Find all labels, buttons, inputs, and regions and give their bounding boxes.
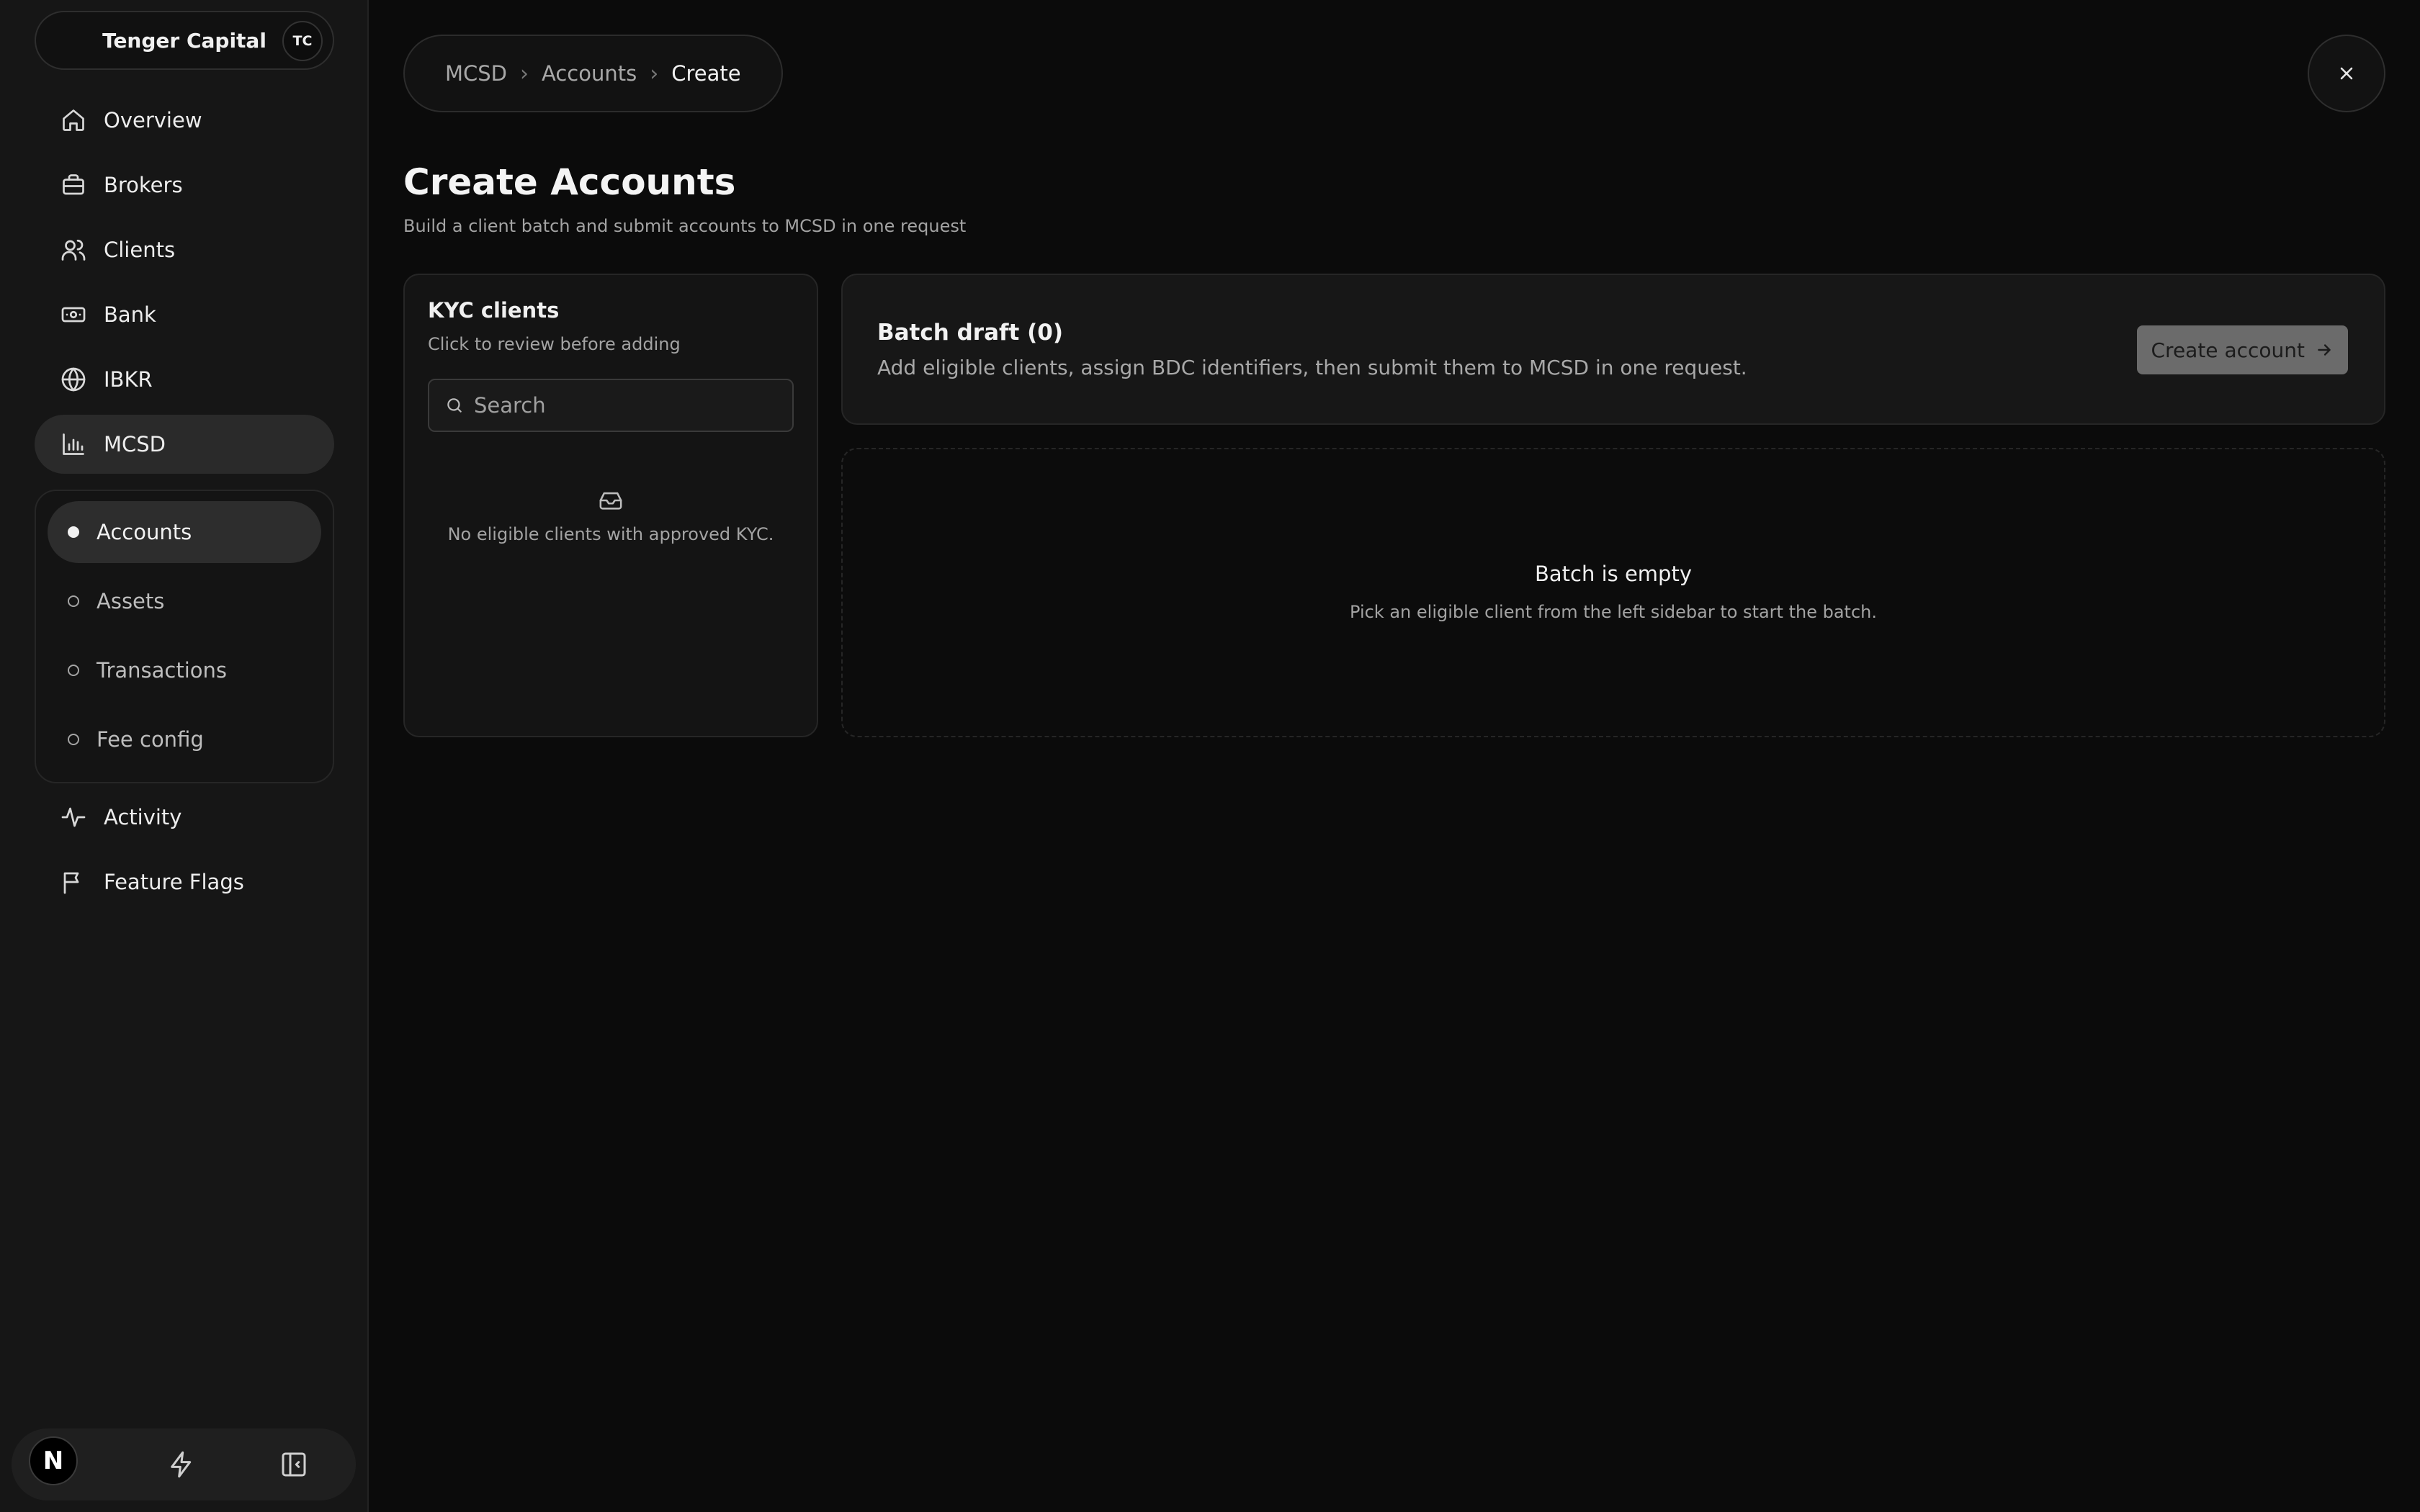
banknote-icon — [61, 307, 86, 323]
page-title: Create Accounts — [403, 161, 736, 203]
nav-item-brokers[interactable]: Brokers — [35, 156, 334, 215]
subnav-item-accounts[interactable]: Accounts — [48, 501, 321, 563]
users-icon — [61, 239, 86, 261]
dot-icon — [68, 734, 79, 745]
activity-icon — [61, 807, 86, 827]
breadcrumb-item-create: Create — [671, 61, 741, 86]
org-name: Tenger Capital — [102, 28, 266, 53]
nav-label: Feature Flags — [104, 870, 244, 894]
subnav-item-assets[interactable]: Assets — [48, 570, 321, 632]
search-input[interactable] — [474, 393, 776, 418]
kyc-empty-text: No eligible clients with approved KYC. — [447, 524, 774, 544]
bar-chart-icon — [63, 433, 84, 455]
arrow-right-icon — [2318, 344, 2331, 356]
sidebar: Tenger Capital TC Overview Brokers Clien… — [0, 0, 369, 1512]
flag-icon — [63, 872, 79, 894]
breadcrumb: MCSD › Accounts › Create — [403, 35, 783, 112]
kyc-panel-title: KYC clients — [428, 298, 560, 323]
close-button[interactable] — [2308, 35, 2385, 112]
dot-icon — [68, 595, 79, 607]
home-icon — [63, 109, 84, 131]
batch-draft-header: Batch draft (0) Add eligible clients, as… — [841, 274, 2385, 425]
batch-description: Add eligible clients, assign BDC identif… — [877, 356, 1747, 379]
nav-item-feature-flags[interactable]: Feature Flags — [35, 852, 334, 912]
chevron-right-icon: › — [650, 60, 659, 86]
mcsd-subnav: Accounts Assets Transactions Fee config — [35, 490, 334, 783]
kyc-clients-panel: KYC clients Click to review before addin… — [403, 274, 818, 737]
create-account-label: Create account — [2151, 338, 2305, 362]
nav-item-overview[interactable]: Overview — [35, 91, 334, 150]
subnav-label: Fee config — [97, 727, 204, 752]
nav-item-activity[interactable]: Activity — [35, 788, 334, 847]
nav-item-clients[interactable]: Clients — [35, 220, 334, 279]
subnav-label: Transactions — [97, 658, 228, 683]
subnav-label: Assets — [97, 589, 165, 613]
lightning-icon[interactable] — [167, 1450, 196, 1479]
collapse-sidebar-icon[interactable] — [279, 1450, 308, 1479]
globe-icon — [61, 367, 86, 392]
batch-empty-state: Batch is empty Pick an eligible client f… — [841, 448, 2385, 737]
nav-label: IBKR — [104, 367, 153, 392]
nav-item-bank[interactable]: Bank — [35, 285, 334, 344]
subnav-item-fee-config[interactable]: Fee config — [48, 708, 321, 770]
next-logo-badge[interactable]: N — [29, 1436, 78, 1485]
org-switcher[interactable]: Tenger Capital TC — [35, 11, 334, 70]
nav-item-ibkr[interactable]: IBKR — [35, 350, 334, 409]
dot-icon — [68, 665, 79, 676]
search-field[interactable] — [428, 379, 794, 432]
batch-title: Batch draft (0) — [877, 320, 1064, 346]
nav-item-mcsd[interactable]: MCSD — [35, 415, 334, 474]
breadcrumb-item-accounts[interactable]: Accounts — [542, 61, 637, 86]
close-icon — [2340, 67, 2353, 80]
subnav-item-transactions[interactable]: Transactions — [48, 639, 321, 701]
batch-empty-subtitle: Pick an eligible client from the left si… — [1350, 602, 1877, 622]
kyc-empty-state: No eligible clients with approved KYC. — [405, 488, 817, 544]
nav-label: Clients — [104, 238, 176, 262]
page-subtitle: Build a client batch and submit accounts… — [403, 216, 967, 236]
nav-label: MCSD — [104, 432, 166, 456]
nav-label: Bank — [104, 302, 156, 327]
search-icon — [447, 398, 462, 413]
nav-label: Activity — [104, 805, 182, 829]
briefcase-icon — [63, 174, 84, 195]
create-account-button[interactable]: Create account — [2136, 325, 2348, 374]
nav-label: Brokers — [104, 173, 183, 197]
inbox-icon — [599, 492, 622, 510]
chevron-right-icon: › — [520, 60, 529, 86]
kyc-panel-subtitle: Click to review before adding — [428, 334, 681, 354]
batch-empty-title: Batch is empty — [1535, 562, 1692, 586]
dot-icon — [68, 526, 79, 538]
sidebar-bottom-bar: N — [12, 1428, 356, 1500]
breadcrumb-item-mcsd[interactable]: MCSD — [445, 61, 507, 86]
nav-label: Overview — [104, 108, 202, 132]
subnav-label: Accounts — [97, 520, 192, 544]
org-avatar: TC — [282, 21, 323, 61]
